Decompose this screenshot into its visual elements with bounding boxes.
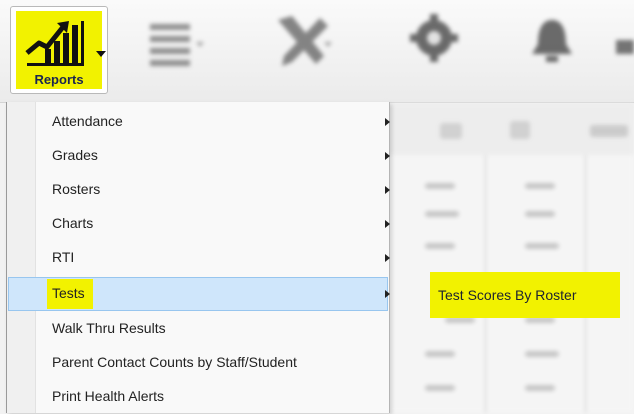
menu-item-parent-contact-counts[interactable]: Parent Contact Counts by Staff/Student	[8, 346, 388, 380]
menu-item-print-health-alerts[interactable]: Print Health Alerts	[8, 380, 388, 414]
gear-icon[interactable]	[408, 10, 464, 66]
menu-item-label: Walk Thru Results	[52, 320, 166, 336]
menu-item-grades[interactable]: Grades	[8, 139, 390, 173]
menu-item-label: Print Health Alerts	[52, 388, 165, 404]
menu-lines-icon[interactable]	[148, 10, 208, 70]
menu-item-tests[interactable]: Tests	[8, 277, 390, 311]
submenu-arrow-icon	[385, 220, 390, 228]
background-grid	[385, 103, 634, 413]
menu-item-label: Charts	[52, 215, 94, 231]
bar-chart-icon	[25, 21, 84, 66]
submenu-item-label: Test Scores By Roster	[438, 287, 577, 303]
menu-item-walk-thru-results[interactable]: Walk Thru Results	[8, 312, 388, 346]
menu-item-label: Grades	[52, 147, 98, 163]
reports-highlight: Reports	[16, 11, 106, 89]
tests-submenu: Test Scores By Roster	[430, 272, 620, 318]
reports-dropdown-menu: Attendance Grades Rosters Charts RTI Tes…	[6, 102, 390, 413]
reports-button[interactable]: Reports	[10, 6, 108, 94]
menu-item-label: Rosters	[52, 181, 101, 197]
menu-item-charts[interactable]: Charts	[8, 207, 390, 241]
chevron-down-icon	[96, 51, 106, 57]
background-grid-header	[385, 103, 634, 155]
submenu-arrow-icon	[385, 290, 390, 298]
menu-item-rti[interactable]: RTI	[8, 241, 390, 275]
submenu-arrow-icon	[385, 186, 390, 194]
menu-item-label: RTI	[52, 249, 75, 265]
menu-item-label: Tests	[52, 285, 85, 301]
submenu-arrow-icon	[385, 118, 390, 126]
tools-icon[interactable]	[270, 10, 334, 74]
menu-item-attendance[interactable]: Attendance	[8, 105, 390, 139]
menu-item-rosters[interactable]: Rosters	[8, 173, 390, 207]
submenu-arrow-icon	[385, 254, 390, 262]
submenu-arrow-icon	[385, 152, 390, 160]
reports-label: Reports	[34, 72, 84, 87]
menu-item-label: Attendance	[52, 113, 123, 129]
partial-tool-icon[interactable]	[612, 10, 634, 70]
toolbar: Reports	[0, 0, 634, 103]
bell-icon[interactable]	[522, 10, 582, 70]
menu-item-label: Parent Contact Counts by Staff/Student	[52, 354, 297, 370]
